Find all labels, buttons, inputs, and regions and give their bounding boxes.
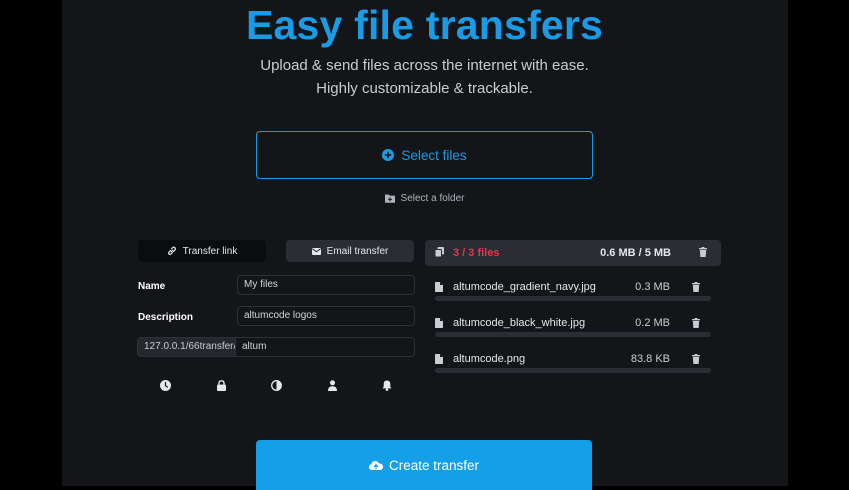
select-files-label: Select files	[401, 147, 467, 163]
select-files-button[interactable]: Select files	[256, 131, 593, 179]
trash-icon[interactable]	[692, 318, 700, 328]
file-name: altumcode.png	[453, 353, 526, 365]
file-icon	[435, 354, 443, 364]
lock-icon[interactable]	[214, 378, 228, 392]
folder-plus-icon	[384, 194, 395, 203]
files-total-size: 0.6 MB / 5 MB	[600, 247, 671, 259]
contrast-icon[interactable]	[269, 378, 283, 392]
file-size: 0.3 MB	[635, 281, 670, 293]
page-title: Easy file transfers	[245, 2, 604, 48]
files-summary-bar: 3 / 3 files 0.6 MB / 5 MB	[425, 240, 721, 266]
create-transfer-button[interactable]: Create transfer	[256, 440, 592, 490]
file-row: altumcode_gradient_navy.jpg 0.3 MB	[435, 279, 711, 305]
description-input[interactable]: altumcode logos	[237, 306, 415, 326]
page-subtitle-line2: Highly customizable & trackable.	[316, 80, 533, 97]
file-icon	[435, 318, 443, 328]
file-progress-bar	[435, 368, 711, 373]
file-size: 83.8 KB	[630, 353, 670, 365]
user-icon[interactable]	[325, 378, 339, 392]
link-icon	[167, 246, 177, 256]
select-folder-link[interactable]: Select a folder	[0, 193, 849, 204]
plus-circle-icon	[382, 149, 395, 161]
create-transfer-label: Create transfer	[388, 457, 480, 473]
trash-icon[interactable]	[699, 247, 707, 257]
file-name: altumcode_gradient_navy.jpg	[453, 281, 596, 293]
cloud-upload-icon	[368, 460, 383, 470]
tab-email-transfer-label: Email transfer	[326, 245, 389, 257]
description-label: Description	[138, 312, 194, 323]
file-name: altumcode_black_white.jpg	[453, 317, 586, 329]
url-prefix: 127.0.0.1/66transfer/	[137, 337, 236, 357]
page-subtitle-line1: Upload & send files across the internet …	[260, 57, 589, 74]
bell-icon[interactable]	[380, 378, 394, 392]
url-slug-input[interactable]: altum	[235, 337, 415, 357]
file-progress-bar	[435, 296, 711, 301]
tab-transfer-link[interactable]: Transfer link	[138, 240, 266, 262]
trash-icon[interactable]	[692, 354, 700, 364]
file-row: altumcode.png 83.8 KB	[435, 351, 711, 377]
files-count: 3 / 3 files	[453, 247, 500, 259]
clock-icon[interactable]	[158, 378, 172, 392]
envelope-icon	[311, 247, 321, 255]
select-folder-label: Select a folder	[400, 193, 465, 204]
copy-icon	[435, 247, 444, 257]
name-input[interactable]: My files	[237, 275, 415, 295]
file-icon	[435, 282, 443, 292]
name-label: Name	[138, 281, 166, 292]
file-row: altumcode_black_white.jpg 0.2 MB	[435, 315, 711, 341]
tab-email-transfer[interactable]: Email transfer	[286, 240, 414, 262]
trash-icon[interactable]	[692, 282, 700, 292]
tab-transfer-link-label: Transfer link	[182, 245, 238, 257]
file-size: 0.2 MB	[635, 317, 670, 329]
file-progress-bar	[435, 332, 711, 337]
